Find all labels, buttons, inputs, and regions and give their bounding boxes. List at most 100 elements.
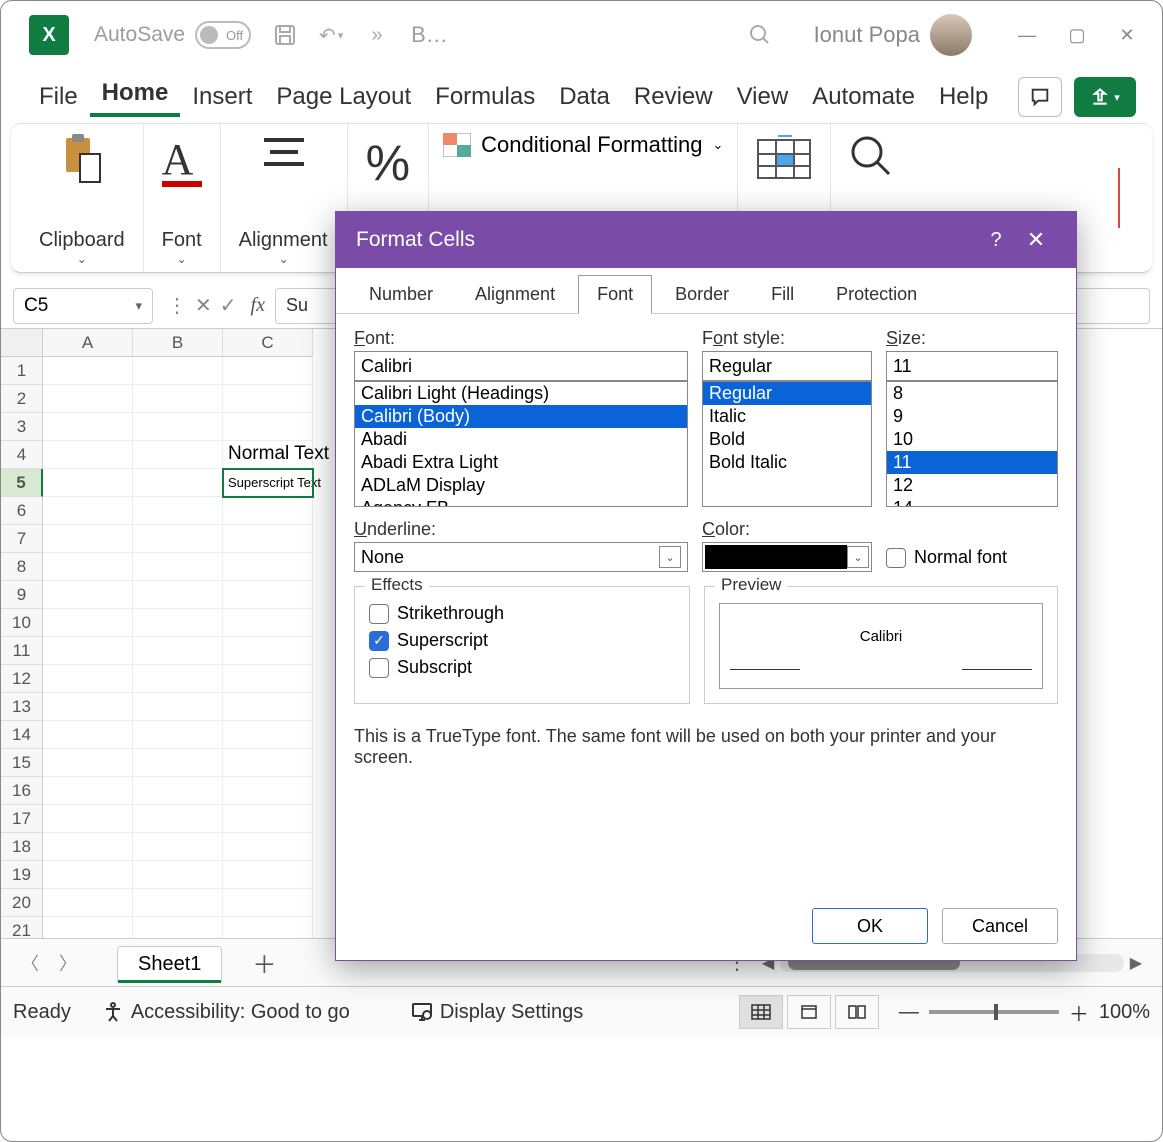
sheet-add-button[interactable]: ＋ (252, 945, 276, 980)
row-header[interactable]: 5 (1, 469, 43, 497)
cell[interactable] (43, 889, 133, 917)
ribbon-group-font[interactable]: A Font ⌄ (144, 124, 221, 272)
normal-font-checkbox[interactable]: Normal font (886, 547, 1007, 568)
dialog-tab-font[interactable]: Font (578, 275, 652, 314)
cell[interactable] (133, 413, 223, 441)
minimize-button[interactable]: — (1002, 15, 1052, 55)
cell[interactable] (133, 777, 223, 805)
col-header[interactable]: B (133, 329, 223, 357)
row-header[interactable]: 17 (1, 805, 43, 833)
normal-view-button[interactable] (739, 995, 783, 1029)
ribbon-group-clipboard[interactable]: Clipboard ⌄ (21, 124, 144, 272)
font-style-input[interactable] (702, 351, 872, 381)
dialog-tab-alignment[interactable]: Alignment (456, 275, 574, 314)
row-header[interactable]: 16 (1, 777, 43, 805)
tab-file[interactable]: File (27, 77, 90, 117)
filename[interactable]: B… (411, 22, 448, 48)
row-header[interactable]: 18 (1, 833, 43, 861)
enter-icon[interactable]: ✓ (220, 293, 237, 318)
dialog-tab-border[interactable]: Border (656, 275, 748, 314)
cell[interactable] (223, 497, 313, 525)
list-item[interactable]: Calibri (Body) (355, 405, 687, 428)
scroll-right-icon[interactable]: ▶ (1130, 953, 1142, 973)
cell[interactable] (223, 805, 313, 833)
tab-automate[interactable]: Automate (800, 77, 927, 117)
cell[interactable] (223, 889, 313, 917)
cell[interactable] (223, 721, 313, 749)
cell[interactable] (43, 553, 133, 581)
cell[interactable] (133, 749, 223, 777)
list-item[interactable]: 11 (887, 451, 1057, 474)
tab-data[interactable]: Data (547, 77, 622, 117)
superscript-checkbox[interactable]: ✓ Superscript (369, 630, 675, 651)
size-list[interactable]: 8910111214 (886, 381, 1058, 507)
list-item[interactable]: 9 (887, 405, 1057, 428)
list-item[interactable]: Italic (703, 405, 871, 428)
list-item[interactable]: 12 (887, 474, 1057, 497)
username[interactable]: Ionut Popa (814, 22, 920, 48)
cell[interactable] (43, 693, 133, 721)
page-layout-view-button[interactable] (787, 995, 831, 1029)
list-item[interactable]: ADLaM Display (355, 474, 687, 497)
maximize-button[interactable]: ▢ (1052, 15, 1102, 55)
cell[interactable] (223, 553, 313, 581)
row-header[interactable]: 6 (1, 497, 43, 525)
more-icon[interactable]: » (363, 21, 391, 49)
row-header[interactable]: 1 (1, 357, 43, 385)
cell[interactable] (223, 385, 313, 413)
cell[interactable] (133, 721, 223, 749)
zoom-in-button[interactable]: ＋ (1069, 998, 1089, 1027)
select-all-corner[interactable] (1, 329, 43, 357)
zoom-control[interactable]: — ＋ 100% (899, 998, 1150, 1027)
dialog-tab-number[interactable]: Number (350, 275, 452, 314)
tab-review[interactable]: Review (622, 77, 725, 117)
expand-icon[interactable]: ⋮ (167, 293, 187, 318)
tab-page-layout[interactable]: Page Layout (264, 77, 423, 117)
cell[interactable] (133, 805, 223, 833)
chevron-down-icon[interactable]: ⌄ (847, 546, 869, 568)
display-settings[interactable]: Display Settings (410, 1000, 583, 1024)
row-header[interactable]: 2 (1, 385, 43, 413)
tab-view[interactable]: View (725, 77, 801, 117)
cell[interactable] (133, 525, 223, 553)
save-icon[interactable] (271, 21, 299, 49)
share-button[interactable]: ▾ (1074, 77, 1136, 117)
avatar[interactable] (930, 14, 972, 56)
close-button[interactable]: ✕ (1102, 15, 1152, 55)
cell[interactable] (133, 917, 223, 939)
font-style-list[interactable]: RegularItalicBoldBold Italic (702, 381, 872, 507)
underline-select[interactable]: None ⌄ (354, 542, 688, 572)
cell[interactable] (223, 833, 313, 861)
accessibility-status[interactable]: Accessibility: Good to go (101, 1000, 350, 1024)
cell[interactable] (133, 637, 223, 665)
zoom-level[interactable]: 100% (1099, 1001, 1150, 1024)
sheet-prev-icon[interactable]: 〈 (21, 950, 39, 976)
dialog-close-button[interactable]: ✕ (1016, 227, 1056, 253)
cancel-button[interactable]: Cancel (942, 908, 1058, 944)
undo-icon[interactable]: ↶ ▾ (317, 21, 345, 49)
strikethrough-checkbox[interactable]: Strikethrough (369, 603, 675, 624)
row-header[interactable]: 19 (1, 861, 43, 889)
cell[interactable]: Superscript Text (223, 469, 313, 497)
cell[interactable] (223, 609, 313, 637)
cell[interactable] (43, 609, 133, 637)
cell[interactable] (43, 581, 133, 609)
cell[interactable] (43, 833, 133, 861)
row-header[interactable]: 10 (1, 609, 43, 637)
list-item[interactable]: 14 (887, 497, 1057, 507)
search-icon[interactable] (746, 21, 774, 49)
tab-help[interactable]: Help (927, 77, 1000, 117)
cell[interactable] (43, 665, 133, 693)
comments-button[interactable] (1018, 77, 1062, 117)
cell[interactable] (133, 693, 223, 721)
row-header[interactable]: 14 (1, 721, 43, 749)
cell[interactable] (223, 777, 313, 805)
list-item[interactable]: Abadi Extra Light (355, 451, 687, 474)
cell[interactable] (133, 441, 223, 469)
toggle-switch[interactable]: Off (195, 21, 251, 49)
row-header[interactable]: 7 (1, 525, 43, 553)
cell[interactable] (43, 357, 133, 385)
col-header[interactable]: A (43, 329, 133, 357)
cell[interactable] (43, 777, 133, 805)
ribbon-collapse-handle[interactable] (1118, 168, 1142, 228)
